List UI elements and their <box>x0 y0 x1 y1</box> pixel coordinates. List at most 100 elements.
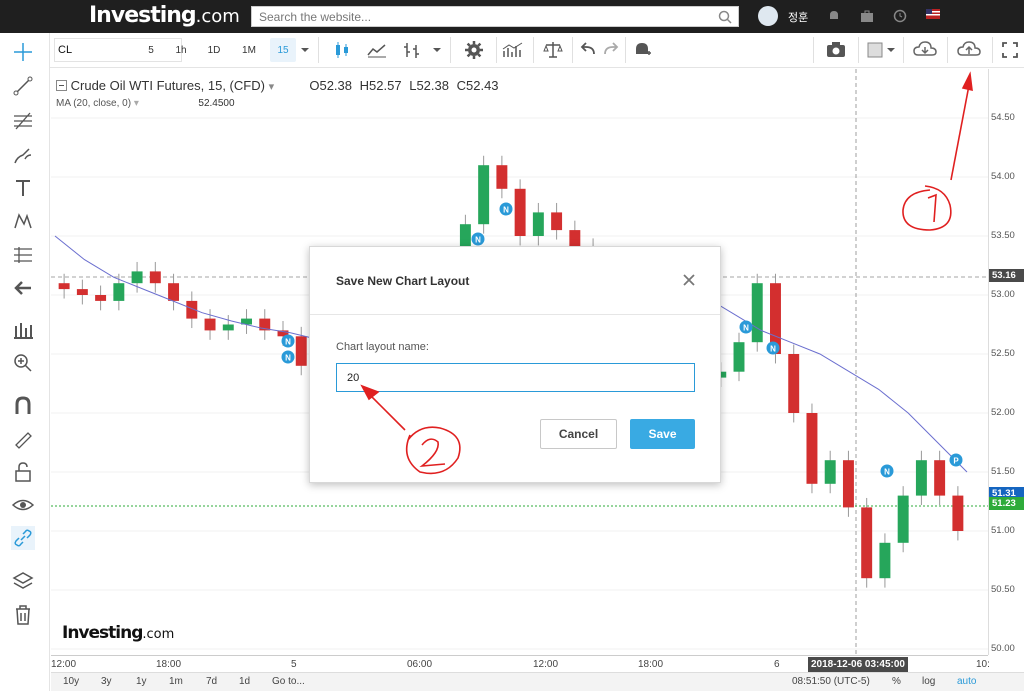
range-1y[interactable]: 1y <box>136 676 147 687</box>
fullscreen-icon[interactable] <box>1000 38 1020 62</box>
candle <box>751 283 763 343</box>
cancel-button[interactable]: Cancel <box>540 419 617 449</box>
price-axis-label: 51.00 <box>991 525 1015 536</box>
arrow-left-icon[interactable] <box>11 276 35 300</box>
search-icon[interactable] <box>718 10 732 24</box>
zoom-icon[interactable] <box>11 351 35 375</box>
magnet-icon[interactable] <box>11 394 35 418</box>
clock-icon[interactable] <box>893 9 907 23</box>
log-toggle[interactable]: log <box>922 676 935 687</box>
news-marker-label: N <box>285 354 291 363</box>
price-axis-label: 53.00 <box>991 289 1015 300</box>
avatar[interactable] <box>758 6 778 26</box>
candle <box>842 460 854 508</box>
candle <box>478 165 490 225</box>
candles-icon[interactable] <box>330 38 354 62</box>
alert-icon[interactable] <box>630 38 654 62</box>
percent-toggle[interactable]: % <box>892 676 901 687</box>
stay-drawing-icon[interactable] <box>11 426 35 450</box>
chart-type-dropdown-icon[interactable] <box>431 38 443 62</box>
cloud-download-icon[interactable] <box>912 38 938 62</box>
dialog-divider <box>310 314 720 315</box>
trash-icon[interactable] <box>11 603 35 627</box>
range-3y[interactable]: 3y <box>101 676 112 687</box>
text-tool-icon[interactable] <box>11 176 35 200</box>
goto-button[interactable]: Go to... <box>272 676 305 687</box>
chart-type-icon[interactable] <box>11 318 35 342</box>
redo-icon[interactable] <box>601 38 621 62</box>
range-10y[interactable]: 10y <box>63 676 79 687</box>
briefcase-icon[interactable] <box>860 9 874 23</box>
bar-type-icon[interactable] <box>400 38 424 62</box>
candle <box>788 354 800 413</box>
undo-icon[interactable] <box>578 38 598 62</box>
layers-icon[interactable] <box>11 569 35 593</box>
candle <box>149 271 161 284</box>
price-axis-label: 50.00 <box>991 643 1015 654</box>
line-chart-icon[interactable] <box>365 38 389 62</box>
cloud-upload-icon[interactable] <box>956 38 982 62</box>
candle <box>532 212 544 236</box>
price-axis[interactable]: 54.50 54.00 53.50 53.00 52.50 52.00 51.50 51.00… <box>988 69 1024 655</box>
crosshair-time-label: 2018-12-06 03:45:00 <box>808 657 908 672</box>
range-1m[interactable]: 1m <box>169 676 183 687</box>
candle <box>295 336 307 366</box>
measure-icon[interactable] <box>11 243 35 267</box>
price-axis-label: 53.50 <box>991 230 1015 241</box>
interval-5[interactable]: 5 <box>140 38 162 62</box>
color-dropdown-icon[interactable] <box>885 38 897 62</box>
symbol-input[interactable]: CL <box>54 38 182 62</box>
drawing-toolbar <box>0 33 50 691</box>
indicators-icon[interactable] <box>500 38 528 62</box>
save-layout-dialog: Save New Chart Layout Chart layout name:… <box>309 246 721 483</box>
interval-15[interactable]: 15 <box>270 38 296 62</box>
link-icon[interactable] <box>11 526 35 550</box>
auto-toggle[interactable]: auto <box>957 676 976 687</box>
candle <box>806 413 818 484</box>
candle <box>496 165 508 189</box>
brush-icon[interactable] <box>11 143 35 167</box>
price-axis-label: 51.50 <box>991 466 1015 477</box>
interval-1h[interactable]: 1h <box>169 38 193 62</box>
crosshair-icon[interactable] <box>11 40 35 64</box>
us-flag-icon[interactable] <box>926 9 940 19</box>
settings-gear-icon[interactable] <box>462 38 486 62</box>
candle <box>76 289 88 295</box>
search-input[interactable]: Search the website... <box>251 6 739 27</box>
range-7d[interactable]: 7d <box>206 676 217 687</box>
time-axis[interactable]: 12:00 18:00 5 06:00 12:00 18:00 6 10: 20… <box>51 655 990 672</box>
interval-1m[interactable]: 1M <box>236 38 262 62</box>
interval-dropdown-icon[interactable] <box>299 38 311 62</box>
dialog-title: Save New Chart Layout <box>336 274 470 288</box>
collapse-icon[interactable] <box>56 80 67 91</box>
candle <box>915 460 927 496</box>
price-axis-label: 52.00 <box>991 407 1015 418</box>
news-marker-label: N <box>285 338 291 347</box>
candle <box>222 324 234 331</box>
investing-logo[interactable]: Investing.com <box>89 3 240 28</box>
camera-icon[interactable] <box>824 38 848 62</box>
ma-label[interactable]: MA (20, close, 0) <box>56 98 131 109</box>
chart-toolbar: CL 5 1h 1D 1M 15 <box>50 33 1024 68</box>
candle <box>551 212 563 231</box>
bell-icon[interactable] <box>827 9 841 23</box>
pattern-icon[interactable] <box>11 209 35 233</box>
close-icon[interactable] <box>682 273 696 287</box>
pitchfork-icon[interactable] <box>11 109 35 133</box>
username[interactable]: 정훈 <box>788 9 808 25</box>
clock-readout: 08:51:50 (UTC-5) <box>792 676 870 687</box>
candle <box>131 271 143 284</box>
lock-icon[interactable] <box>11 460 35 484</box>
eye-icon[interactable] <box>11 493 35 517</box>
range-1d[interactable]: 1d <box>239 676 250 687</box>
news-marker-label: P <box>953 457 959 466</box>
candle <box>95 295 107 301</box>
layout-name-input[interactable]: 20 <box>336 363 695 392</box>
news-marker-label: N <box>770 345 776 354</box>
interval-1d[interactable]: 1D <box>202 38 226 62</box>
trend-line-icon[interactable] <box>11 74 35 98</box>
color-picker-icon[interactable] <box>865 38 885 62</box>
compare-scale-icon[interactable] <box>541 38 565 62</box>
candle <box>824 460 836 484</box>
save-button[interactable]: Save <box>630 419 695 449</box>
